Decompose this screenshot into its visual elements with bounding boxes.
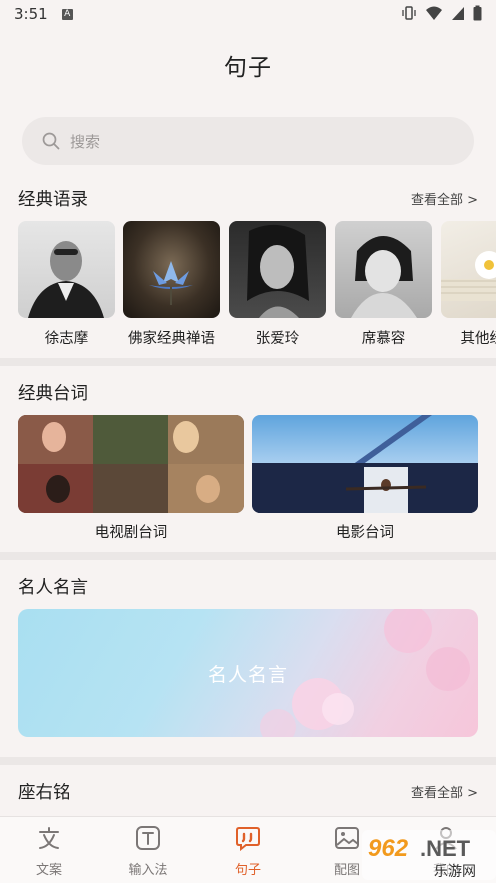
section-header-famous-sayings: 名人名言 [18,574,478,598]
book-flower-image [441,221,496,318]
classic-quotes-list: 徐志摩 佛家经典禅语 张爱玲 席慕容 其他经典 [18,221,496,351]
nav-label: 句子 [234,863,261,878]
svg-text:.NET: .NET [420,836,471,861]
nav-item-input-method[interactable]: 输入法 [103,825,193,878]
vibrate-icon [402,6,416,20]
image-icon [335,827,359,849]
famous-sayings-banner[interactable]: 名人名言 [18,609,478,737]
quote-author-item[interactable]: 其他经典 [441,221,496,348]
view-all-link[interactable]: 查看全部 > [411,189,478,208]
banner-title: 名人名言 [207,663,288,686]
text-t-icon [136,826,160,850]
search-placeholder: 搜索 [70,132,101,151]
section-header-classic-quotes: 经典语录 查看全部 > [18,186,478,210]
nav-item-copywriting[interactable]: 文案 [4,825,94,878]
author-name: 徐志摩 [44,331,89,347]
status-bar: 3:51 A [0,0,496,28]
quote-author-item[interactable]: 张爱玲 [229,221,326,348]
section-header-mottos: 座右铭 查看全部 > [18,779,478,803]
section-title: 经典语录 [18,189,88,210]
author-portrait [18,221,115,318]
section-header-classic-lines: 经典台词 [18,380,478,404]
section-title: 名人名言 [18,577,88,598]
page-title: 句子 [224,55,272,81]
status-time: 3:51 [14,5,48,23]
author-name: 张爱玲 [255,331,300,347]
section-title: 座右铭 [18,782,71,803]
tv-lines-label: 电视剧台词 [94,525,168,541]
quote-bubble-icon [236,827,260,852]
nav-item-sentences[interactable]: 句子 [203,825,293,878]
section-divider [0,552,496,560]
view-all-link[interactable]: 查看全部 > [411,782,478,801]
tv-lines-card[interactable] [18,415,244,513]
watermark-logo: 962 .NET 乐游网 [362,826,496,883]
wifi-icon [426,6,442,20]
author-portrait [335,221,432,318]
author-name: 佛家经典禅语 [128,331,215,347]
search-input[interactable]: 搜索 [22,117,474,165]
svg-text:962: 962 [368,835,409,862]
search-icon [42,132,60,150]
section-divider [0,358,496,366]
wen-icon [39,827,59,849]
nav-label: 文案 [35,863,62,878]
quote-author-item[interactable]: 席慕容 [335,221,432,348]
nav-label: 输入法 [128,863,168,878]
signal-icon [452,7,464,20]
author-name: 其他经典 [460,331,496,347]
svg-text:乐游网: 乐游网 [434,864,476,880]
author-portrait [229,221,326,318]
quote-author-item[interactable]: 佛家经典禅语 [123,221,220,348]
quote-author-item[interactable]: 徐志摩 [18,221,115,348]
notification-badge-icon: A [61,8,73,20]
author-name: 席慕容 [361,331,406,347]
section-divider [0,757,496,765]
movie-lines-card[interactable] [252,415,478,513]
section-title: 经典台词 [18,383,88,404]
movie-lines-label: 电影台词 [336,525,394,541]
lotus-image [123,221,220,318]
status-icons [401,5,482,21]
battery-icon [473,5,482,21]
